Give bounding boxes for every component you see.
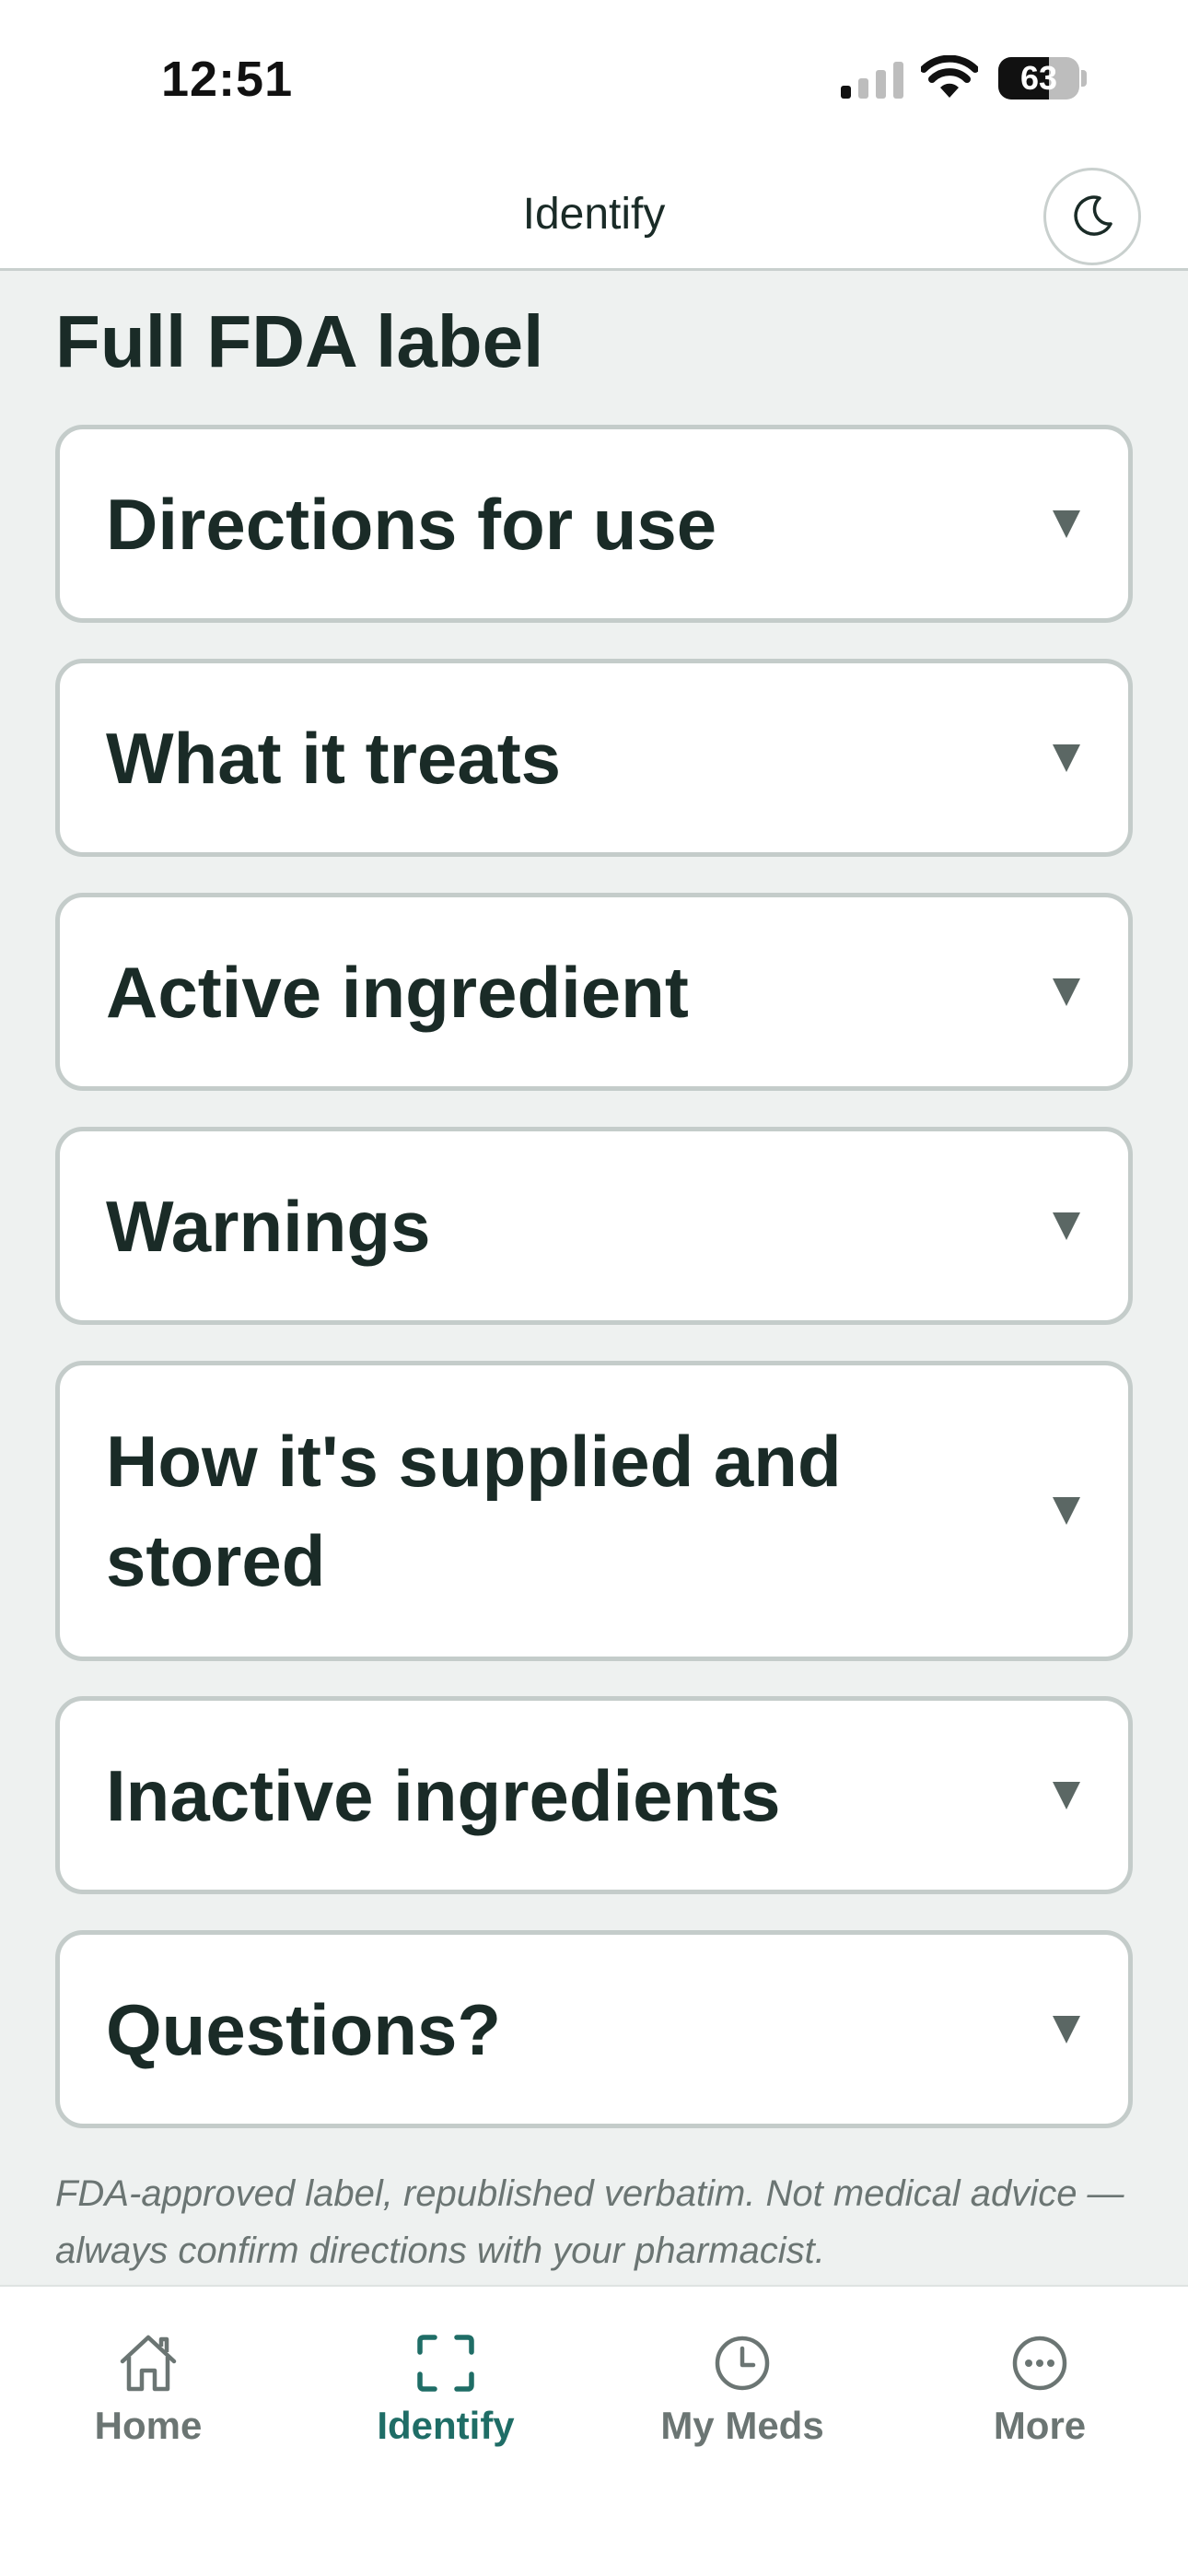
bottom-nav: Home Identify My Meds More bbox=[0, 2285, 1188, 2576]
accordion-warnings[interactable]: Warnings bbox=[55, 1127, 1133, 1325]
screen: 12:51 63 Identify Full FDA label Directi… bbox=[0, 0, 1188, 2576]
theme-toggle-button[interactable] bbox=[1043, 168, 1141, 265]
page-title: Identify bbox=[522, 189, 666, 239]
chevron-down-icon bbox=[1053, 2015, 1080, 2043]
clock-icon bbox=[715, 2336, 770, 2391]
chevron-down-icon bbox=[1053, 509, 1080, 538]
accordion-questions[interactable]: Questions? bbox=[55, 1930, 1133, 2128]
nav-item-identify[interactable]: Identify bbox=[344, 2328, 547, 2466]
accordion-inactive-ingredients[interactable]: Inactive ingredients bbox=[55, 1696, 1133, 1894]
more-icon bbox=[1012, 2336, 1067, 2391]
accordion-what-it-treats[interactable]: What it treats bbox=[55, 659, 1133, 857]
nav-item-home[interactable]: Home bbox=[47, 2328, 250, 2466]
section-title: Full FDA label bbox=[55, 300, 544, 382]
chevron-down-icon bbox=[1053, 1781, 1080, 1809]
status-time: 12:51 bbox=[161, 52, 294, 107]
accordion-label: Active ingredient bbox=[106, 951, 689, 1033]
nav-label-home: Home bbox=[94, 2404, 203, 2447]
moon-icon bbox=[1074, 195, 1112, 236]
nav-label-identify: Identify bbox=[377, 2404, 515, 2447]
accordion-directions-for-use[interactable]: Directions for use bbox=[55, 425, 1133, 623]
battery-indicator: 63 bbox=[998, 57, 1079, 100]
chevron-down-icon bbox=[1053, 1497, 1080, 1525]
nav-item-my-meds[interactable]: My Meds bbox=[641, 2328, 844, 2466]
cellular-signal-icon bbox=[841, 62, 903, 99]
chevron-down-icon bbox=[1053, 978, 1080, 1006]
disclaimer-text: FDA-approved label, republished verbatim… bbox=[55, 2173, 1124, 2271]
accordion-label: Directions for use bbox=[106, 483, 717, 565]
nav-label-more: More bbox=[993, 2404, 1087, 2447]
accordion-label: Inactive ingredients bbox=[106, 1754, 781, 1836]
chevron-down-icon bbox=[1053, 1212, 1080, 1240]
scan-icon bbox=[417, 2335, 474, 2392]
chevron-down-icon bbox=[1053, 744, 1080, 772]
accordion-label: What it treats bbox=[106, 717, 562, 799]
battery-nub bbox=[1081, 70, 1087, 87]
accordion-label: Warnings bbox=[106, 1185, 431, 1267]
home-icon bbox=[120, 2335, 177, 2392]
battery-percent: 63 bbox=[1019, 59, 1058, 97]
nav-item-more[interactable]: More bbox=[938, 2328, 1141, 2466]
status-bar: 12:51 63 bbox=[0, 0, 1188, 157]
wifi-icon bbox=[921, 55, 978, 98]
accordion-label: Questions? bbox=[106, 1988, 502, 2070]
accordion-active-ingredient[interactable]: Active ingredient bbox=[55, 893, 1133, 1091]
accordion-how-supplied-and-stored[interactable]: How it's supplied and stored bbox=[55, 1361, 1133, 1661]
accordion-label: How it's supplied and stored bbox=[106, 1421, 842, 1601]
top-header: Identify bbox=[0, 157, 1188, 271]
nav-label-my-meds: My Meds bbox=[660, 2404, 824, 2447]
